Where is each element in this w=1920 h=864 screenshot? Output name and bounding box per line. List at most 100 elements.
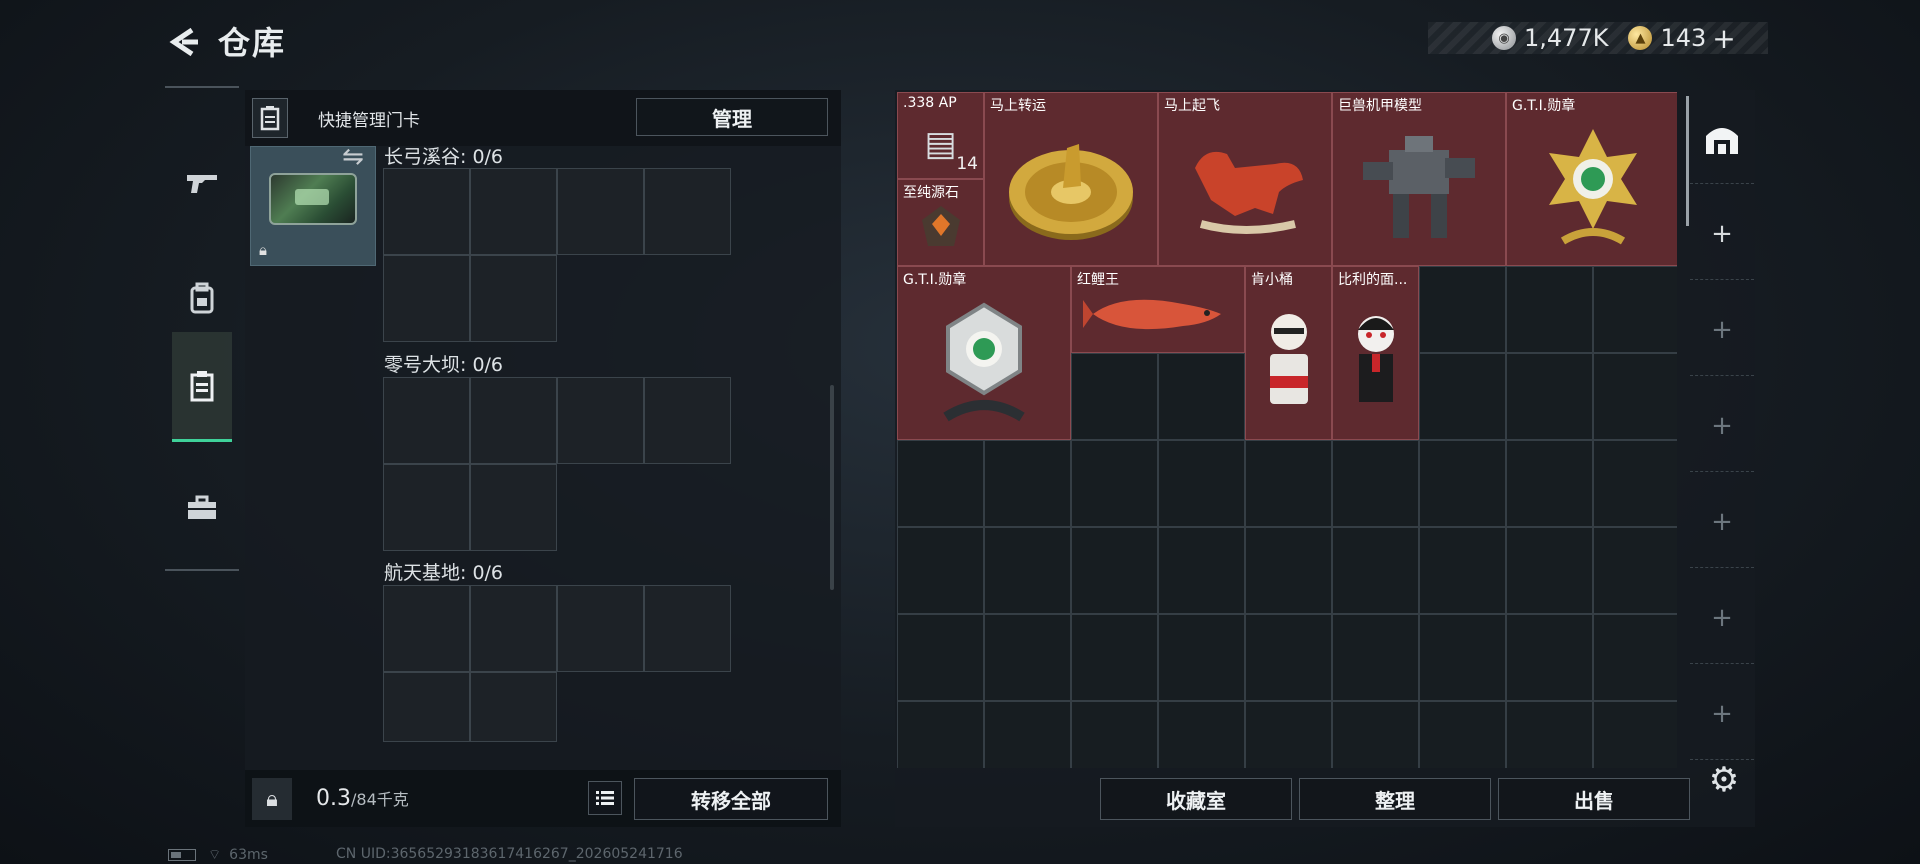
storage-cell[interactable] — [984, 440, 1071, 527]
add-storage-tab[interactable]: + — [1690, 476, 1754, 568]
transfer-all-button[interactable]: 转移全部 — [634, 778, 828, 820]
keycard-cell[interactable] — [383, 464, 470, 551]
storage-cell[interactable] — [897, 614, 984, 701]
storage-cell[interactable] — [1506, 353, 1593, 440]
inventory-item[interactable]: .338 AP ▤ 14 — [897, 92, 984, 179]
keycard-cell[interactable] — [644, 585, 731, 672]
storage-cell[interactable] — [1071, 701, 1158, 768]
add-storage-tab[interactable]: + — [1690, 668, 1754, 760]
keycard-cell[interactable] — [383, 377, 470, 464]
storage-cell[interactable] — [1332, 614, 1419, 701]
keycard-cell[interactable] — [383, 255, 470, 342]
nav-item-weapons[interactable] — [172, 128, 232, 238]
collection-room-button[interactable]: 收藏室 — [1100, 778, 1292, 820]
storage-cell[interactable] — [1593, 266, 1677, 353]
storage-cell[interactable] — [1332, 440, 1419, 527]
storage-cell[interactable] — [1245, 440, 1332, 527]
storage-cell[interactable] — [897, 440, 984, 527]
keycard-cell[interactable] — [470, 255, 557, 342]
storage-cell[interactable] — [1071, 353, 1158, 440]
storage-cell[interactable] — [1071, 527, 1158, 614]
storage-cell[interactable] — [1593, 353, 1677, 440]
keycard-scrollbar[interactable] — [830, 385, 834, 590]
inventory-item[interactable]: 肯小桶 — [1245, 266, 1332, 440]
storage-cell[interactable] — [1419, 266, 1506, 353]
storage-cell[interactable] — [1593, 527, 1677, 614]
storage-cell[interactable] — [1332, 701, 1419, 768]
storage-cell[interactable] — [897, 527, 984, 614]
storage-cell[interactable] — [1419, 440, 1506, 527]
nav-item-keycards[interactable] — [172, 332, 232, 442]
gem-icon — [921, 205, 960, 246]
gold-medal-icon — [1549, 128, 1637, 245]
keycard-cell[interactable] — [383, 585, 470, 672]
keycard-cell[interactable] — [644, 377, 731, 464]
settings-gear-icon[interactable]: ⚙ — [1704, 760, 1744, 800]
keycard-cell[interactable] — [557, 168, 644, 255]
nav-item-toolbox[interactable] — [172, 453, 232, 563]
storage-cell[interactable] — [1245, 527, 1332, 614]
add-storage-tab[interactable]: + — [1690, 188, 1754, 280]
keycard-cell[interactable] — [470, 464, 557, 551]
inventory-item[interactable]: 至纯源石 — [897, 179, 984, 266]
storage-cell[interactable] — [1593, 701, 1677, 768]
keycard-cell[interactable] — [383, 672, 470, 742]
swap-icon[interactable]: ⇋ — [342, 142, 364, 172]
keycard-cell[interactable] — [470, 672, 557, 742]
storage-tab-main[interactable] — [1690, 92, 1754, 184]
inventory-item[interactable]: 马上起飞 — [1158, 92, 1332, 266]
inventory-item[interactable]: 巨兽机甲模型 — [1332, 92, 1506, 266]
item-name: 比利的面... — [1338, 272, 1408, 288]
storage-cell[interactable] — [984, 701, 1071, 768]
storage-cell[interactable] — [984, 614, 1071, 701]
inventory-item[interactable]: 比利的面... — [1332, 266, 1419, 440]
storage-cell[interactable] — [1332, 527, 1419, 614]
storage-cell[interactable] — [1158, 440, 1245, 527]
storage-cell[interactable] — [1593, 614, 1677, 701]
list-view-button[interactable] — [588, 781, 622, 815]
storage-cell[interactable] — [1419, 353, 1506, 440]
keycard-cell[interactable] — [557, 585, 644, 672]
keycard-icon — [190, 370, 214, 401]
keycard-cell[interactable] — [383, 168, 470, 255]
keycard-cell[interactable] — [470, 168, 557, 255]
storage-cell[interactable] — [1158, 701, 1245, 768]
sell-button[interactable]: 出售 — [1498, 778, 1690, 820]
storage-cell[interactable] — [1071, 440, 1158, 527]
gold-currency[interactable]: ▲ 143 + — [1628, 22, 1736, 55]
storage-cell[interactable] — [1506, 527, 1593, 614]
add-currency-icon[interactable]: + — [1712, 22, 1735, 55]
inventory-item[interactable]: 红鲤王 — [1071, 266, 1245, 353]
inventory-item[interactable]: 马上转运 — [984, 92, 1158, 266]
lock-icon[interactable]: 🔒︎ — [252, 778, 292, 820]
add-storage-tab[interactable]: + — [1690, 572, 1754, 664]
storage-cell[interactable] — [1419, 614, 1506, 701]
storage-cell[interactable] — [897, 701, 984, 768]
briefcase-icon — [188, 495, 216, 519]
keycard-cell[interactable] — [557, 377, 644, 464]
storage-cell[interactable] — [1158, 353, 1245, 440]
add-storage-tab[interactable]: + — [1690, 380, 1754, 472]
inventory-item[interactable]: G.T.I.勋章 — [897, 266, 1071, 440]
storage-cell[interactable] — [1506, 701, 1593, 768]
storage-cell[interactable] — [1419, 527, 1506, 614]
sort-button[interactable]: 整理 — [1299, 778, 1491, 820]
manage-button[interactable]: 管理 — [636, 98, 828, 136]
storage-cell[interactable] — [1506, 614, 1593, 701]
storage-cell[interactable] — [984, 527, 1071, 614]
inventory-item[interactable]: G.T.I.勋章 — [1506, 92, 1677, 266]
storage-cell[interactable] — [1245, 701, 1332, 768]
add-storage-tab[interactable]: + — [1690, 284, 1754, 376]
storage-cell[interactable] — [1245, 614, 1332, 701]
keycard-cell[interactable] — [470, 377, 557, 464]
storage-cell[interactable] — [1158, 614, 1245, 701]
storage-cell[interactable] — [1593, 440, 1677, 527]
back-button[interactable] — [160, 20, 208, 64]
storage-cell[interactable] — [1506, 440, 1593, 527]
storage-cell[interactable] — [1506, 266, 1593, 353]
storage-cell[interactable] — [1158, 527, 1245, 614]
keycard-cell[interactable] — [644, 168, 731, 255]
storage-cell[interactable] — [1419, 701, 1506, 768]
storage-cell[interactable] — [1071, 614, 1158, 701]
keycard-cell[interactable] — [470, 585, 557, 672]
